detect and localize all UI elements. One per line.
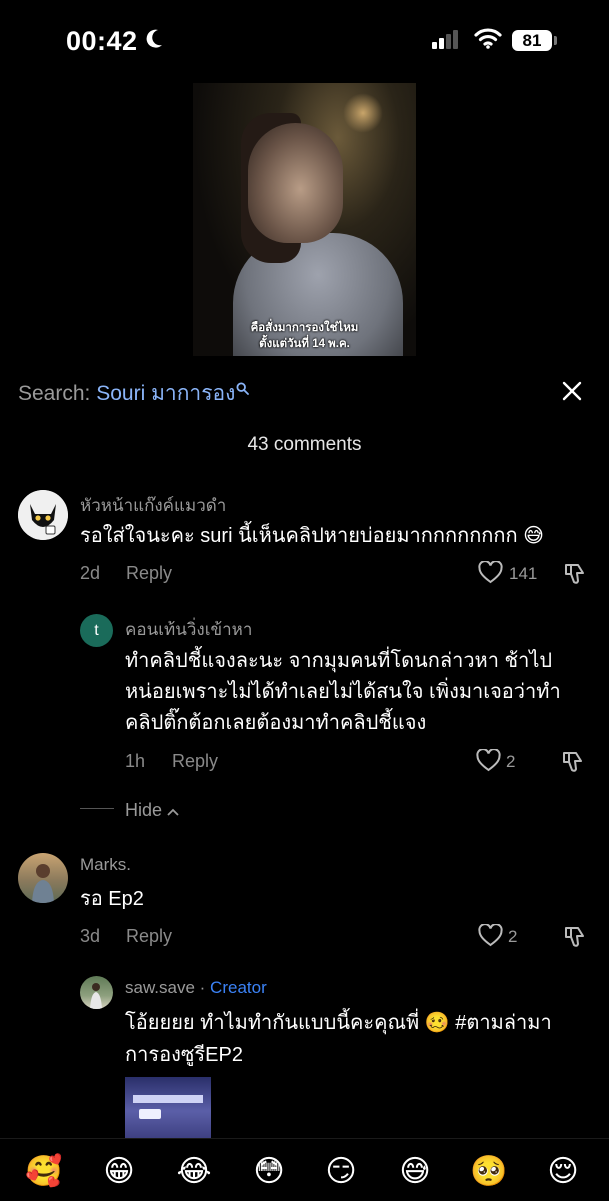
like-count: 141 <box>509 564 538 583</box>
emoji-button[interactable]: 🥰 <box>20 1152 68 1192</box>
person-face <box>248 123 343 243</box>
comment-text-line: หน่อยเพราะไม่ได้ทำเลยไม่ได้สนใจ เพิ่งมาเ… <box>125 681 561 703</box>
emoji-button[interactable]: 😅 <box>391 1152 439 1192</box>
emoji-button[interactable]: 🥺 <box>465 1152 513 1192</box>
search-icon[interactable] <box>236 377 250 401</box>
search-row[interactable]: Search: Souri มาการอง <box>18 377 250 410</box>
comment-username[interactable]: หัวหน้าแก๊งค์แมวดำ <box>80 492 226 519</box>
video-caption-line1: คือสั่งมาการองใช่ไหม <box>250 322 359 334</box>
chevron-up-icon <box>167 808 179 816</box>
thumbnail-label <box>139 1109 161 1119</box>
avatar[interactable] <box>18 853 68 903</box>
attached-video-thumbnail[interactable] <box>125 1077 211 1139</box>
black-cat-avatar-icon <box>18 490 68 540</box>
comment-text-line: โอ้ยยยย ทำไมทำกันแบบนี้คะคุณพี่ 🥴 #ตามล่… <box>125 1012 552 1034</box>
comment-age: 1h <box>125 751 146 771</box>
close-icon[interactable] <box>561 380 583 402</box>
wifi-icon <box>474 28 502 49</box>
hide-divider <box>80 808 114 809</box>
emoji-button[interactable]: 😂 <box>170 1152 218 1192</box>
comment-username[interactable]: คอนเท้นวิ่งเข้าหา <box>125 616 252 643</box>
avatar[interactable] <box>80 976 113 1009</box>
emoji-button[interactable]: 😌 <box>539 1152 587 1192</box>
comment-text: รอใส่ใจนะคะ suri นี้เห็นคลิปหายบ่อยมากกก… <box>80 525 545 547</box>
hide-label: Hide <box>125 800 163 820</box>
person-photo-icon <box>32 864 54 903</box>
battery-tip <box>554 36 557 45</box>
video-preview[interactable]: คือสั่งมาการองใช่ไหม ตั้งแต่วันที่ 14 พ.… <box>193 83 416 356</box>
search-term[interactable]: Souri มาการอง <box>96 382 235 405</box>
avatar[interactable] <box>18 490 68 540</box>
battery-indicator: 81 <box>512 30 552 51</box>
avatar[interactable]: t <box>80 614 113 647</box>
video-caption-line2: ตั้งแต่วันที่ 14 พ.ค. <box>259 338 350 350</box>
reply-button[interactable]: Reply <box>126 563 172 584</box>
hide-replies-button[interactable]: Hide <box>125 800 179 821</box>
like-count: 2 <box>508 927 518 946</box>
cellular-signal-icon <box>432 30 460 50</box>
creator-name-row[interactable]: saw.save · Creator <box>125 978 267 998</box>
reply-button[interactable]: Reply <box>172 751 218 772</box>
background-light <box>343 93 383 133</box>
heart-icon[interactable] <box>478 924 503 947</box>
search-label: Search: <box>18 382 91 405</box>
creator-photo-icon <box>90 983 102 1009</box>
emoji-button[interactable]: 😁 <box>95 1152 143 1192</box>
heart-icon[interactable] <box>478 561 503 584</box>
comment-text: รอ Ep2 <box>80 888 144 910</box>
comment-text-line: ทำคลิปชี้แจงละนะ จากมุมคนที่โดนกล่าวหา ช… <box>125 650 553 672</box>
creator-badge: Creator <box>210 978 267 997</box>
comment-text-line: การองซูรีEP2 <box>125 1044 243 1066</box>
emoji-button[interactable]: 😳 <box>245 1152 293 1192</box>
dislike-icon[interactable] <box>563 924 588 949</box>
comment-text-line: คลิปติ๊กต้อกเลยต้องมาทำคลิปชี้แจง <box>125 712 427 734</box>
comment-username[interactable]: Marks. <box>80 855 131 875</box>
heart-icon[interactable] <box>476 749 501 772</box>
emoji-quick-bar <box>0 1138 609 1201</box>
reply-button[interactable]: Reply <box>126 926 172 947</box>
comment-age: 2d <box>80 563 101 583</box>
moon-icon <box>146 29 162 48</box>
comments-count: 43 comments <box>247 434 362 455</box>
comment-username[interactable]: saw.save <box>125 978 195 997</box>
status-time: 00:42 <box>66 26 138 56</box>
name-separator: · <box>194 978 211 997</box>
like-count: 2 <box>506 752 516 771</box>
dislike-icon[interactable] <box>561 749 586 774</box>
thumbnail-text-bar <box>133 1095 203 1103</box>
emoji-button[interactable]: 😏 <box>317 1152 365 1192</box>
comment-age: 3d <box>80 926 101 946</box>
dislike-icon[interactable] <box>563 561 588 586</box>
